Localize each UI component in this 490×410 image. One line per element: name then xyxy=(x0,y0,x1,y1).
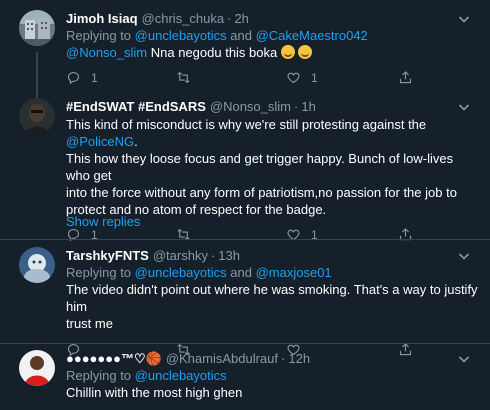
separator-dot: · xyxy=(210,248,216,263)
share-button[interactable] xyxy=(398,70,413,85)
replying-to: Replying to @unclebayotics xyxy=(66,368,227,383)
mention-link[interactable]: @unclebayotics xyxy=(135,28,227,43)
separator-dot: · xyxy=(281,351,286,366)
tweet-text: @Nonso_slim Nna negodu this boka xyxy=(66,44,478,61)
retweet-icon xyxy=(177,72,190,83)
reply-icon xyxy=(67,71,80,85)
timestamp[interactable]: 1h xyxy=(301,98,315,115)
display-name[interactable]: Jimoh Isiaq xyxy=(66,10,138,27)
display-name[interactable]: TarshkyFNTS xyxy=(66,247,149,264)
tweet-header: Jimoh Isiaq @chris_chuka · 2h xyxy=(66,10,478,27)
retweet-button[interactable] xyxy=(176,70,201,85)
show-replies-link[interactable]: Show replies xyxy=(66,214,140,229)
face-with-tears-of-joy-icon xyxy=(280,45,295,59)
avatar[interactable] xyxy=(19,98,55,134)
reply-button[interactable]: 1 xyxy=(66,70,98,85)
tweet-actions: 1 1 xyxy=(66,70,478,90)
timestamp[interactable]: 12h xyxy=(288,350,310,367)
avatar[interactable] xyxy=(19,350,55,386)
caret-down-icon[interactable] xyxy=(456,11,472,27)
avatar[interactable] xyxy=(19,10,55,46)
caret-down-icon[interactable] xyxy=(456,351,472,367)
share-icon xyxy=(399,71,412,84)
separator-dot: · xyxy=(227,11,232,26)
like-button[interactable]: 1 xyxy=(286,70,318,85)
user-handle[interactable]: @KhamisAbdulrauf xyxy=(166,350,278,367)
mention-link[interactable]: @Nonso_slim xyxy=(66,45,147,60)
caret-down-icon[interactable] xyxy=(456,99,472,115)
like-icon xyxy=(287,72,300,84)
timestamp[interactable]: 2h xyxy=(234,10,248,27)
user-handle[interactable]: @chris_chuka xyxy=(142,10,225,27)
tweet-nonso[interactable]: #EndSWAT #EndSARS @Nonso_slim · 1h This … xyxy=(0,88,490,242)
tweet-jimoh[interactable]: Jimoh Isiaq @chris_chuka · 2h Replying t… xyxy=(0,0,490,100)
loudly-crying-face-icon xyxy=(298,45,313,59)
timestamp[interactable]: 13h xyxy=(218,247,240,264)
tweet-header: ●●●●●●●™♡🏀 @KhamisAbdulrauf · 12h xyxy=(66,350,478,367)
tweet-khamis[interactable]: ●●●●●●●™♡🏀 @KhamisAbdulrauf · 12h Replyi… xyxy=(0,344,490,410)
caret-down-icon[interactable] xyxy=(456,248,472,264)
avatar[interactable] xyxy=(19,247,55,283)
display-name[interactable]: #EndSWAT #EndSARS xyxy=(66,98,206,115)
conversation-timeline: Jimoh Isiaq @chris_chuka · 2h Replying t… xyxy=(0,0,490,410)
tweet-header: #EndSWAT #EndSARS @Nonso_slim · 1h xyxy=(66,98,478,115)
replying-to: Replying to @unclebayotics and @maxjose0… xyxy=(66,265,332,280)
tweet-text: The video didn't point out where he was … xyxy=(66,282,478,331)
mention-link[interactable]: @maxjose01 xyxy=(256,265,332,280)
user-handle[interactable]: @tarshky xyxy=(153,247,208,264)
replying-to: Replying to @unclebayotics and @CakeMaes… xyxy=(66,28,368,43)
tweet-tarshky[interactable]: TarshkyFNTS @tarshky · 13h Replying to @… xyxy=(0,240,490,357)
separator-dot: · xyxy=(294,99,299,114)
tweet-header: TarshkyFNTS @tarshky · 13h xyxy=(66,247,478,264)
user-handle[interactable]: @Nonso_slim xyxy=(210,98,291,115)
display-name[interactable]: ●●●●●●●™♡🏀 xyxy=(66,350,162,367)
mention-link[interactable]: @CakeMaestro042 xyxy=(256,28,368,43)
mention-link[interactable]: @unclebayotics xyxy=(135,368,227,383)
tweet-text: Chillin with the most high ghen xyxy=(66,385,243,400)
tweet-text: This kind of misconduct is why we're sti… xyxy=(66,117,457,217)
mention-link[interactable]: @unclebayotics xyxy=(135,265,227,280)
mention-link[interactable]: @PoliceNG xyxy=(66,134,134,149)
